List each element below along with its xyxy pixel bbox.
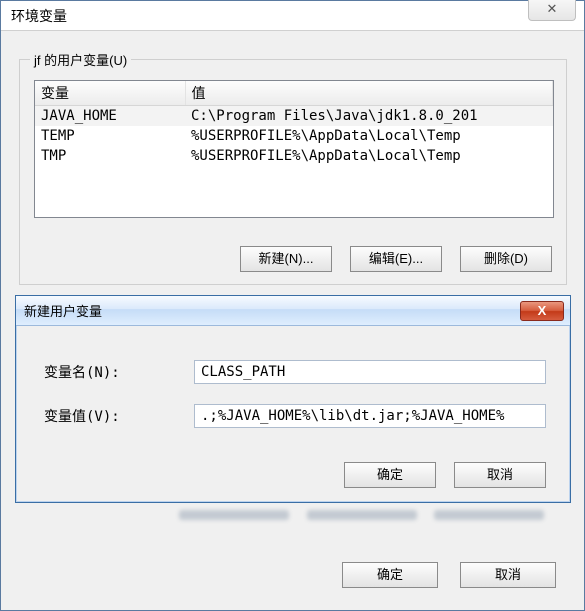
close-icon: X [538, 303, 547, 318]
new-user-var-dialog: 新建用户变量 X 变量名(N): 变量值(V): 确定 取消 [15, 295, 571, 503]
cell-var-name: TEMP [35, 126, 185, 146]
dialog-title: 新建用户变量 [24, 301, 102, 320]
dialog-titlebar: 新建用户变量 X [16, 296, 570, 326]
dialog-button-row: 确定 取消 [344, 462, 546, 488]
var-name-input[interactable] [194, 360, 546, 384]
main-button-row: 确定 取消 [342, 562, 556, 588]
user-vars-table[interactable]: 变量 值 JAVA_HOME C:\Program Files\Java\jdk… [34, 80, 554, 218]
var-name-row: 变量名(N): [44, 360, 546, 384]
env-vars-window: 环境变量 ✕ jf 的用户变量(U) 变量 值 JAVA_HOME C:\Pro… [0, 0, 585, 611]
column-header-name[interactable]: 变量 [35, 81, 185, 106]
table-row[interactable]: TEMP %USERPROFILE%\AppData\Local\Temp [35, 126, 553, 146]
delete-button[interactable]: 删除(D) [460, 246, 552, 272]
table-row[interactable]: JAVA_HOME C:\Program Files\Java\jdk1.8.0… [35, 106, 553, 127]
user-vars-group: jf 的用户变量(U) 变量 值 JAVA_HOME C:\Program Fi… [19, 59, 567, 285]
user-vars-button-row: 新建(N)... 编辑(E)... 删除(D) [240, 246, 552, 272]
dialog-close-button[interactable]: X [520, 301, 564, 321]
main-cancel-button[interactable]: 取消 [460, 562, 556, 588]
close-icon: ✕ [547, 1, 558, 16]
window-title: 环境变量 [11, 6, 67, 26]
edit-button[interactable]: 编辑(E)... [350, 246, 442, 272]
cell-var-value: C:\Program Files\Java\jdk1.8.0_201 [185, 106, 553, 127]
dialog-ok-button[interactable]: 确定 [344, 462, 436, 488]
column-header-value[interactable]: 值 [185, 81, 553, 106]
var-name-label: 变量名(N): [44, 362, 194, 382]
cell-var-value: %USERPROFILE%\AppData\Local\Temp [185, 146, 553, 166]
var-value-label: 变量值(V): [44, 406, 194, 426]
table-row[interactable]: TMP %USERPROFILE%\AppData\Local\Temp [35, 146, 553, 166]
obscured-content-shadow [19, 506, 567, 524]
cell-var-value: %USERPROFILE%\AppData\Local\Temp [185, 126, 553, 146]
new-button[interactable]: 新建(N)... [240, 246, 332, 272]
user-vars-group-label: jf 的用户变量(U) [30, 50, 131, 69]
window-close-button[interactable]: ✕ [528, 0, 576, 21]
cell-var-name: TMP [35, 146, 185, 166]
titlebar: 环境变量 ✕ [1, 1, 584, 31]
var-value-row: 变量值(V): [44, 404, 546, 428]
dialog-cancel-button[interactable]: 取消 [454, 462, 546, 488]
main-ok-button[interactable]: 确定 [342, 562, 438, 588]
var-value-input[interactable] [194, 404, 546, 428]
cell-var-name: JAVA_HOME [35, 106, 185, 127]
